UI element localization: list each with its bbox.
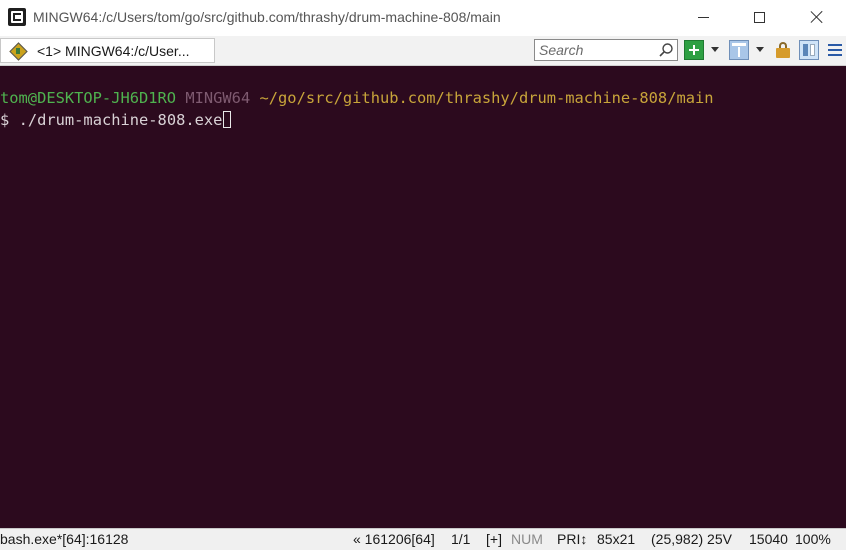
- panel-toggle-button[interactable]: [799, 40, 819, 60]
- hamburger-menu-icon[interactable]: [826, 40, 844, 60]
- status-zoom: 100%: [795, 531, 831, 547]
- command-text: ./drum-machine-808.exe: [18, 111, 223, 129]
- new-console-button[interactable]: [684, 40, 704, 60]
- prompt-line: tom@DESKTOP-JH6D1RO MINGW64 ~/go/src/git…: [0, 87, 714, 109]
- prompt-path: ~/go/src/github.com/thrashy/drum-machine…: [259, 89, 714, 107]
- status-size: 85x21: [597, 531, 636, 547]
- status-pid: 15040: [749, 531, 788, 547]
- maximize-icon: [753, 11, 765, 23]
- menu-line: [828, 49, 842, 51]
- status-num: NUM: [511, 531, 543, 547]
- terminal-area[interactable]: tom@DESKTOP-JH6D1RO MINGW64 ~/go/src/git…: [0, 66, 846, 528]
- new-console-dropdown-icon[interactable]: [711, 47, 719, 52]
- status-priority: PRI↕: [557, 531, 588, 547]
- search-input[interactable]: [539, 42, 655, 58]
- menu-line: [828, 44, 842, 46]
- minimize-button[interactable]: [680, 0, 726, 34]
- close-icon: [810, 10, 824, 24]
- status-process: bash.exe*[64]:16128: [0, 531, 129, 547]
- prompt-user: tom@DESKTOP-JH6D1RO: [0, 89, 177, 107]
- split-view-dropdown-icon[interactable]: [756, 47, 764, 52]
- status-bar: bash.exe*[64]:16128 « 161206[64] 1/1 [+]…: [0, 528, 846, 550]
- console-app-icon[interactable]: [8, 8, 26, 26]
- close-button[interactable]: [794, 0, 840, 34]
- text-cursor: [223, 111, 232, 128]
- search-box: [534, 39, 678, 61]
- title-bar: MINGW64:/c/Users/tom/go/src/github.com/t…: [0, 0, 846, 36]
- status-buffer: « 161206[64]: [353, 531, 435, 547]
- window-title: MINGW64:/c/Users/tom/go/src/github.com/t…: [33, 9, 501, 25]
- lock-icon[interactable]: [773, 40, 793, 60]
- minimize-icon: [697, 16, 709, 18]
- status-plus: [+]: [486, 531, 502, 547]
- prompt-symbol: $: [0, 111, 10, 129]
- terminal-tab-icon: [9, 42, 27, 60]
- lock-body: [776, 48, 790, 58]
- maximize-button[interactable]: [736, 0, 782, 34]
- menu-line: [828, 54, 842, 56]
- command-line: $ ./drum-machine-808.exe: [0, 109, 232, 131]
- status-cursor-pos: (25,982) 25V: [651, 531, 732, 547]
- prompt-host: MINGW64: [185, 89, 251, 107]
- toolbar: <1> MINGW64:/c/User...: [0, 36, 846, 66]
- status-console-index: 1/1: [451, 531, 471, 547]
- search-icon[interactable]: [658, 42, 674, 58]
- tab-label: <1> MINGW64:/c/User...: [37, 42, 190, 59]
- split-view-button[interactable]: [729, 40, 749, 60]
- console-tab[interactable]: <1> MINGW64:/c/User...: [0, 38, 215, 63]
